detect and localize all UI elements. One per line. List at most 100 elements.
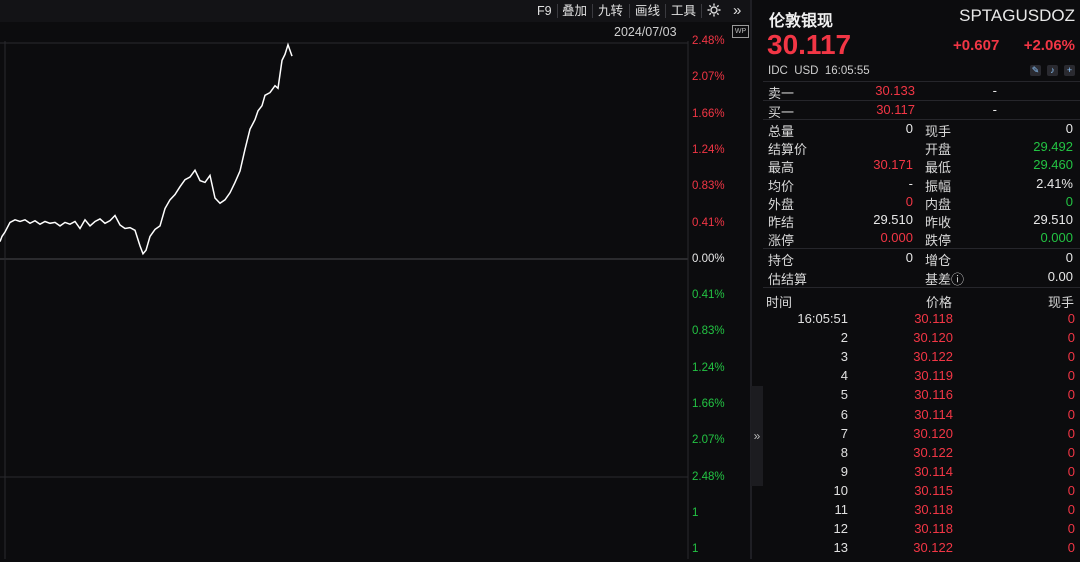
tick-row[interactable]: 8 30.122 0 — [763, 444, 1080, 463]
tick-time: 7 — [840, 425, 848, 441]
tick-volume: 0 — [1067, 521, 1075, 537]
price-series-line — [0, 42, 293, 256]
divider — [763, 81, 1080, 82]
divider — [763, 248, 1080, 249]
tick-row[interactable]: 7 30.120 0 — [763, 425, 1080, 444]
tick-time: 6 — [840, 406, 848, 422]
tick-volume: 0 — [1067, 502, 1075, 517]
tick-row[interactable]: 4 30.119 0 — [763, 367, 1080, 386]
tick-price: 30.115 — [914, 482, 953, 498]
tick-row[interactable]: 12 30.118 0 — [763, 520, 1080, 539]
tick-row[interactable]: 10 30.115 0 — [763, 482, 1080, 501]
tools-button[interactable]: 工具 — [671, 3, 696, 19]
add-watchlist-icon[interactable]: + — [1064, 65, 1075, 76]
instrument-name: 伦敦银现 — [769, 13, 834, 30]
y-axis-label: 0.83% — [692, 325, 725, 338]
tick-volume: 0 — [1067, 368, 1075, 384]
y-axis-label: 2.07% — [692, 434, 725, 447]
toolbar-divider — [592, 4, 593, 18]
tick-price: 30.119 — [914, 368, 953, 384]
tick-time: 12 — [833, 521, 848, 537]
wp-badge-icon[interactable]: WP — [732, 25, 749, 38]
expand-more-button[interactable]: » — [733, 3, 741, 19]
y-axis-label: 2.07% — [692, 71, 725, 84]
edit-icon[interactable]: ✎ — [1030, 65, 1041, 76]
tick-row[interactable]: 6 30.114 0 — [763, 406, 1080, 425]
tick-time: 3 — [840, 349, 848, 365]
tick-price: 30.122 — [913, 349, 953, 365]
sell1-volume: - — [992, 83, 997, 98]
tick-row[interactable]: 9 30.114 0 — [763, 463, 1080, 482]
stat-label: 内盘 — [925, 196, 952, 212]
last-price: 30.117 — [767, 29, 852, 60]
y-axis-label: 0.00% — [692, 252, 725, 265]
buy1-volume: - — [992, 102, 997, 117]
stat-value: 0 — [1065, 193, 1073, 209]
overlay-button[interactable]: 叠加 — [562, 3, 587, 19]
collapse-panel-button[interactable]: » — [751, 386, 763, 486]
stat-label: 总量 — [768, 124, 795, 139]
divider — [763, 287, 1080, 288]
tick-row[interactable]: 2 30.120 0 — [763, 329, 1080, 348]
price-change-pct: +2.06% — [1023, 37, 1075, 54]
stat-value: 29.492 — [1033, 139, 1073, 155]
stat-label: 最高 — [768, 160, 795, 176]
tick-volume: 0 — [1067, 444, 1075, 460]
tick-price: 30.118 — [914, 502, 953, 517]
chart-toolbar: F9 叠加 九转 画线 工具 » — [0, 0, 750, 22]
stat-value: 29.460 — [1033, 157, 1073, 173]
tick-time: 13 — [833, 540, 848, 556]
chart-date: 2024/07/03 — [614, 25, 677, 39]
tick-row[interactable]: 16:05:51 30.118 0 — [763, 310, 1080, 329]
toolbar-divider — [629, 4, 630, 18]
stat-label: 外盘 — [768, 196, 795, 212]
tick-row[interactable]: 5 30.116 0 — [763, 386, 1080, 405]
stat-value: 29.510 — [873, 212, 913, 227]
instrument-symbol: SPTAGUSDOZ — [959, 6, 1075, 25]
tick-time: 2 — [840, 330, 848, 346]
stat-value: 0 — [1065, 121, 1073, 136]
y-axis-label: 1 — [692, 543, 699, 556]
tick-volume: 0 — [1067, 311, 1075, 326]
tick-time: 9 — [840, 463, 848, 479]
tick-row[interactable]: 11 30.118 0 — [763, 501, 1080, 520]
stat-label: 涨停 — [768, 233, 795, 249]
stat-value: 0 — [1065, 250, 1073, 265]
tick-price: 30.114 — [914, 406, 953, 422]
stat-label: 振幅 — [925, 178, 952, 194]
draw-line-button[interactable]: 画线 — [635, 3, 660, 19]
tick-volume: 0 — [1067, 330, 1075, 346]
tick-price: 30.118 — [914, 311, 953, 326]
stat-value: 0 — [905, 250, 913, 265]
stat-label: 估结算 — [768, 272, 808, 287]
tick-price: 30.118 — [914, 521, 953, 537]
tick-row[interactable]: 13 30.122 0 — [763, 539, 1080, 558]
f9-button[interactable]: F9 — [537, 3, 552, 19]
intraday-chart[interactable]: 2.48% 2.07% 1.66% 1.24% 0.83% 0.41% 0.00% 0.41%… — [0, 35, 750, 559]
tick-header-time: 时间 — [766, 295, 793, 310]
stat-label: 最低 — [925, 160, 952, 176]
market-info: IDC USD 16:05:55 — [768, 65, 870, 77]
tick-row[interactable]: 3 30.122 0 — [763, 348, 1080, 367]
y-axis-label: 1.24% — [692, 361, 725, 374]
tick-time: 16:05:51 — [797, 311, 848, 326]
settings-gear-icon[interactable] — [706, 2, 722, 18]
toolbar-divider — [665, 4, 666, 18]
stat-label: 结算价 — [768, 142, 808, 158]
buy1-price: 30.117 — [876, 102, 915, 117]
market-code: IDC — [768, 65, 788, 77]
tick-volume: 0 — [1067, 540, 1075, 556]
nine-turn-button[interactable]: 九转 — [598, 3, 623, 19]
y-axis-label: 0.41% — [692, 289, 725, 302]
y-axis-label: 0.83% — [692, 180, 725, 193]
stat-value: 0.000 — [880, 230, 913, 246]
stat-label: 基差ⓘ — [925, 272, 965, 287]
tick-price: 30.120 — [913, 425, 953, 441]
alert-bell-icon[interactable]: ♪ — [1047, 65, 1058, 76]
price-change: +0.607 — [953, 37, 1000, 54]
toolbar-divider — [701, 4, 702, 18]
tick-price: 30.122 — [913, 444, 953, 460]
tick-volume: 0 — [1067, 406, 1075, 422]
tick-volume: 0 — [1067, 425, 1075, 441]
tick-price: 30.114 — [914, 463, 953, 479]
